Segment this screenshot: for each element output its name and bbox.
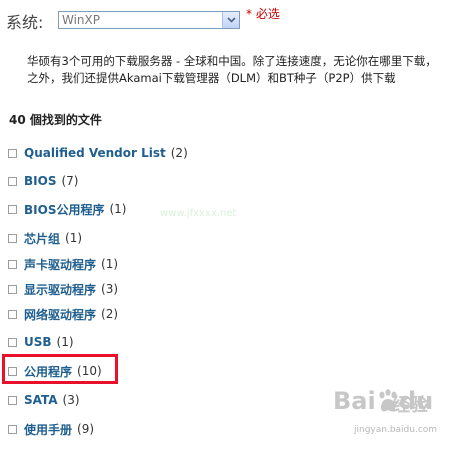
os-filter-row: 系统:	[6, 8, 58, 34]
category-count: (1)	[56, 335, 74, 349]
category-checkbox[interactable]	[8, 233, 17, 243]
category-checkbox[interactable]	[8, 148, 17, 158]
description-line-1: 华硕有3个可用的下载服务器 - 全球和中国。除了连接速度，无论你在哪里下载，	[27, 54, 437, 68]
os-select-dropdown[interactable]: WinXP	[58, 11, 240, 29]
watermark-brand: Bai	[333, 387, 376, 415]
chevron-down-icon[interactable]	[222, 12, 239, 28]
category-count: (1)	[109, 202, 127, 216]
category-count: (1)	[101, 257, 119, 271]
category-count: (3)	[62, 393, 80, 407]
category-count: (2)	[101, 307, 119, 321]
category-count: (3)	[101, 282, 119, 296]
category-link[interactable]: BIOS	[24, 174, 56, 188]
category-checkbox[interactable]	[8, 424, 17, 434]
category-link[interactable]: 芯片组	[24, 230, 60, 247]
category-link[interactable]: 使用手册	[24, 421, 72, 438]
list-item[interactable]: Qualified Vendor List (2)	[8, 144, 188, 162]
category-checkbox[interactable]	[8, 337, 17, 347]
watermark-url: jingyan.baidu.com	[354, 425, 438, 435]
category-checkbox[interactable]	[8, 284, 17, 294]
category-count: (2)	[170, 146, 188, 160]
download-description: 华硕有3个可用的下载服务器 - 全球和中国。除了连接速度，无论你在哪里下载， 之…	[27, 53, 447, 87]
category-count: (7)	[61, 174, 79, 188]
category-checkbox[interactable]	[8, 309, 17, 319]
category-link[interactable]: 显示驱动程序	[24, 281, 96, 298]
list-item[interactable]: 显示驱动程序 (3)	[8, 280, 118, 298]
category-checkbox[interactable]	[8, 204, 17, 214]
category-link[interactable]: 声卡驱动程序	[24, 256, 96, 273]
category-checkbox[interactable]	[8, 176, 17, 186]
list-item[interactable]: BIOS公用程序 (1)	[8, 200, 126, 218]
category-count: (1)	[65, 231, 83, 245]
watermark-jingyan: 经验	[392, 395, 428, 416]
category-link[interactable]: BIOS公用程序	[24, 201, 104, 218]
category-count: (9)	[77, 422, 95, 436]
category-link[interactable]: 网络驱动程序	[24, 306, 96, 323]
highlight-box	[2, 354, 118, 384]
os-select-value: WinXP	[62, 13, 100, 27]
description-line-2: 之外，我们还提供Akamai下载管理器（DLM）和BT种子（P2P）供下载	[27, 71, 396, 85]
category-link[interactable]: Qualified Vendor List	[24, 146, 166, 160]
list-item[interactable]: USB (1)	[8, 333, 74, 351]
list-item[interactable]: 使用手册 (9)	[8, 420, 94, 438]
list-item[interactable]: BIOS (7)	[8, 172, 78, 190]
category-link[interactable]: SATA	[24, 393, 58, 407]
results-count-title: 40 個找到的文件	[9, 113, 102, 127]
list-item[interactable]: SATA (3)	[8, 391, 80, 409]
category-checkbox[interactable]	[8, 395, 17, 405]
category-checkbox[interactable]	[8, 259, 17, 269]
category-link[interactable]: USB	[24, 335, 52, 349]
list-item[interactable]: 网络驱动程序 (2)	[8, 305, 118, 323]
list-item[interactable]: 芯片组 (1)	[8, 229, 82, 247]
required-note: * 必选	[246, 7, 280, 21]
faint-watermark: www.jfxxxx.net	[160, 208, 237, 219]
list-item[interactable]: 声卡驱动程序 (1)	[8, 255, 118, 273]
os-filter-label: 系统:	[6, 13, 44, 32]
